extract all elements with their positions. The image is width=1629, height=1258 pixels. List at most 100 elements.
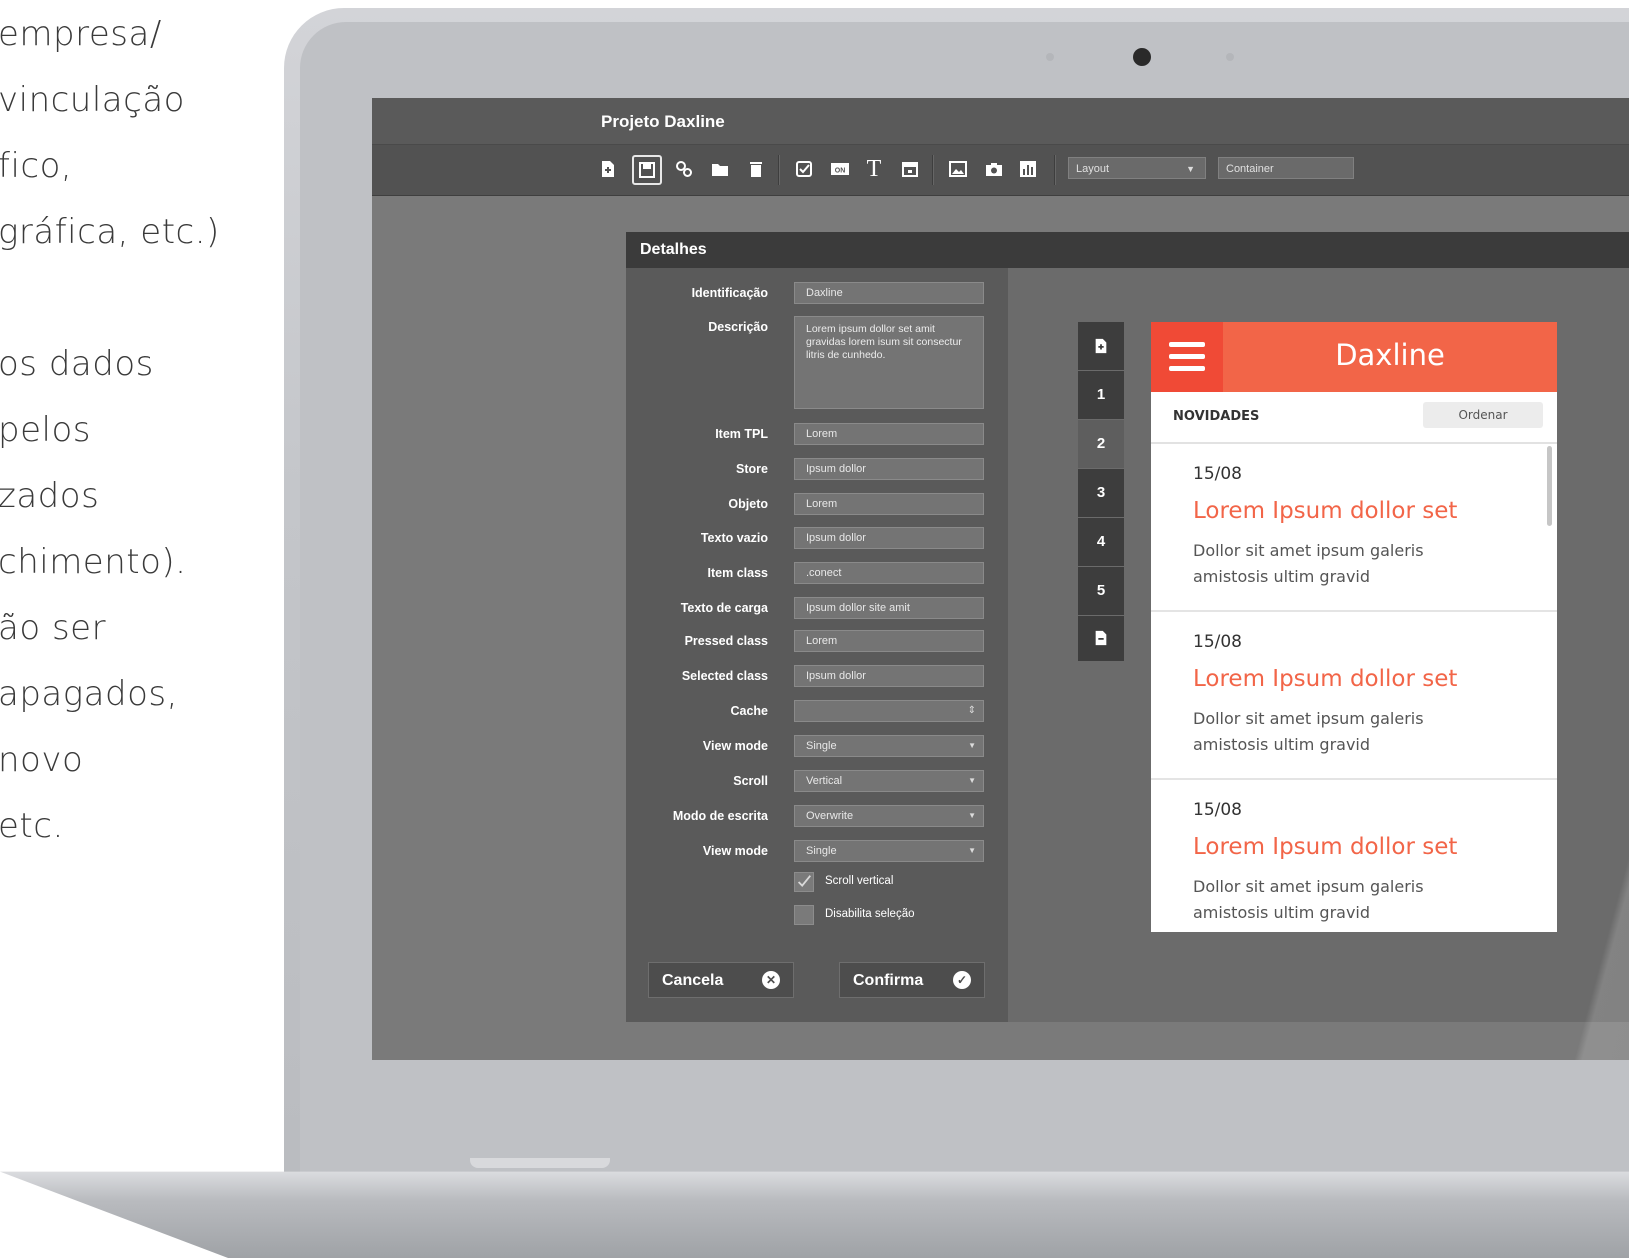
scroll-select[interactable]: Vertical ▼ [794, 770, 984, 792]
disabilita-selecao-checkbox[interactable] [794, 905, 814, 925]
texto-vazio-input[interactable]: Ipsum dollor [794, 527, 984, 549]
page-tab-5[interactable]: 5 [1078, 567, 1124, 615]
marketing-text: empresa/ vinculação fico, gráfica, etc.)… [0, 0, 300, 900]
field-store: Store Ipsum dollor [626, 458, 1008, 482]
field-objeto: Objeto Lorem [626, 493, 1008, 517]
pressed-class-input[interactable]: Lorem [794, 630, 984, 652]
hamburger-menu-icon[interactable] [1151, 322, 1223, 392]
marketing-line: empresa/ [0, 14, 162, 54]
camera-icon[interactable] [982, 157, 1006, 181]
scroll-vertical-checkbox[interactable] [794, 872, 814, 892]
store-input[interactable]: Ipsum dollor [794, 458, 984, 480]
marketing-line: chimento). [0, 542, 187, 582]
container-field[interactable]: Container [1218, 157, 1354, 179]
toolbar-separator [1054, 155, 1055, 185]
field-identificacao: Identificação Daxline [626, 282, 1008, 306]
sensor-dot [1046, 53, 1054, 61]
sort-button[interactable]: Ordenar [1423, 402, 1543, 428]
details-form: Identificação Daxline Descrição Lorem ip… [626, 268, 1008, 1022]
text-icon[interactable]: T [862, 157, 886, 181]
texto-de-carga-input[interactable]: Ipsum dollor site amit [794, 597, 984, 619]
news-card[interactable]: 15/08 Lorem Ipsum dollor set Dollor sit … [1151, 780, 1557, 932]
field-texto-vazio: Texto vazio Ipsum dollor [626, 527, 1008, 551]
card-title: Lorem Ipsum dollor set [1193, 834, 1458, 860]
page-tab-3[interactable]: 3 [1078, 469, 1124, 517]
sensor-dot [1226, 53, 1234, 61]
laptop-screen: Projeto Daxline ON T Layout ▼ Container … [372, 98, 1629, 1060]
field-label: Item TPL [715, 427, 768, 441]
chevron-down-icon: ▼ [968, 741, 976, 750]
layout-select[interactable]: Layout ▼ [1068, 157, 1206, 179]
field-item-tpl: Item TPL Lorem [626, 423, 1008, 447]
scroll-vertical-label: Scroll vertical [825, 875, 894, 887]
trash-icon[interactable] [744, 157, 768, 181]
page-tab-1[interactable]: 1 [1078, 371, 1124, 419]
new-file-icon[interactable] [596, 157, 620, 181]
layout-select-value: Layout [1076, 163, 1110, 175]
folder-open-icon[interactable] [708, 157, 732, 181]
checkbox-icon[interactable] [792, 157, 816, 181]
identificacao-input[interactable]: Daxline [794, 282, 984, 304]
image-icon[interactable] [946, 157, 970, 181]
marketing-line: novo [0, 740, 84, 780]
section-title: NOVIDADES [1173, 409, 1260, 424]
chevron-down-icon: ▼ [968, 811, 976, 820]
dialog-title: Detalhes [640, 241, 707, 258]
field-item-class: Item class .conect [626, 562, 1008, 586]
camera-icon [1133, 48, 1151, 66]
app-preview: Daxline NOVIDADES Ordenar 15/08 Lorem Ip… [1151, 322, 1557, 932]
descricao-textarea[interactable]: Lorem ipsum dollor set amit gravidas lor… [794, 316, 984, 409]
page-tab-4[interactable]: 4 [1078, 518, 1124, 566]
remove-page-icon[interactable] [1078, 616, 1124, 661]
confirm-button-label: Confirma [853, 972, 924, 989]
marketing-line: pelos [0, 410, 91, 450]
card-description: Dollor sit amet ipsum galeris amistosis … [1193, 709, 1424, 754]
card-date: 15/08 [1193, 800, 1242, 820]
page-tab-2[interactable]: 2 [1078, 420, 1124, 468]
news-card[interactable]: 15/08 Lorem Ipsum dollor set Dollor sit … [1151, 612, 1557, 780]
calendar-icon[interactable] [898, 157, 922, 181]
modo-de-escrita-value: Overwrite [806, 810, 854, 822]
marketing-line: zados [0, 476, 100, 516]
preview-scrollbar[interactable] [1547, 446, 1552, 526]
confirm-button[interactable]: Confirma ✓ [839, 962, 985, 998]
field-label: Scroll [733, 774, 768, 788]
objeto-input[interactable]: Lorem [794, 493, 984, 515]
add-page-icon[interactable] [1078, 322, 1124, 370]
chevron-down-icon: ▼ [968, 776, 976, 785]
selected-class-input[interactable]: Ipsum dollor [794, 665, 984, 687]
field-label: Descrição [708, 320, 768, 334]
item-class-input[interactable]: .conect [794, 562, 984, 584]
card-description: Dollor sit amet ipsum galeris amistosis … [1193, 541, 1424, 586]
disabilita-selecao-label: Disabilita seleção [825, 908, 915, 920]
field-descricao: Descrição Lorem ipsum dollor set amit gr… [626, 316, 1008, 409]
item-tpl-input[interactable]: Lorem [794, 423, 984, 445]
save-icon[interactable] [632, 155, 662, 185]
cancel-button[interactable]: Cancela ✕ [648, 962, 794, 998]
view-mode-value: Single [806, 740, 837, 752]
marketing-line: apagados, [0, 674, 178, 714]
toggle-on-icon[interactable]: ON [828, 157, 852, 181]
preview-brand: Daxline [1335, 338, 1445, 372]
field-label: Item class [707, 566, 768, 580]
card-title: Lorem Ipsum dollor set [1193, 498, 1458, 524]
field-label: Texto vazio [700, 531, 768, 545]
view-mode-select[interactable]: Single ▼ [794, 735, 984, 757]
chart-icon[interactable] [1016, 157, 1040, 181]
news-card[interactable]: 15/08 Lorem Ipsum dollor set Dollor sit … [1151, 444, 1557, 612]
cache-stepper[interactable]: ⇕ [794, 700, 984, 722]
cancel-button-label: Cancela [662, 972, 724, 989]
close-circle-icon: ✕ [762, 971, 780, 989]
toolbar-separator [932, 155, 933, 185]
chevron-down-icon: ▼ [968, 846, 976, 855]
view-mode-2-select[interactable]: Single ▼ [794, 840, 984, 862]
marketing-line: ão ser [0, 608, 107, 648]
preview-section-bar: NOVIDADES Ordenar [1151, 392, 1557, 444]
modo-de-escrita-select[interactable]: Overwrite ▼ [794, 805, 984, 827]
settings-icon[interactable] [672, 157, 696, 181]
field-label: Identificação [691, 286, 768, 300]
laptop-base [0, 1171, 1629, 1258]
field-modo-de-escrita: Modo de escrita Overwrite ▼ [626, 805, 1008, 829]
field-pressed-class: Pressed class Lorem [626, 630, 1008, 654]
toolbar-separator [778, 155, 779, 185]
